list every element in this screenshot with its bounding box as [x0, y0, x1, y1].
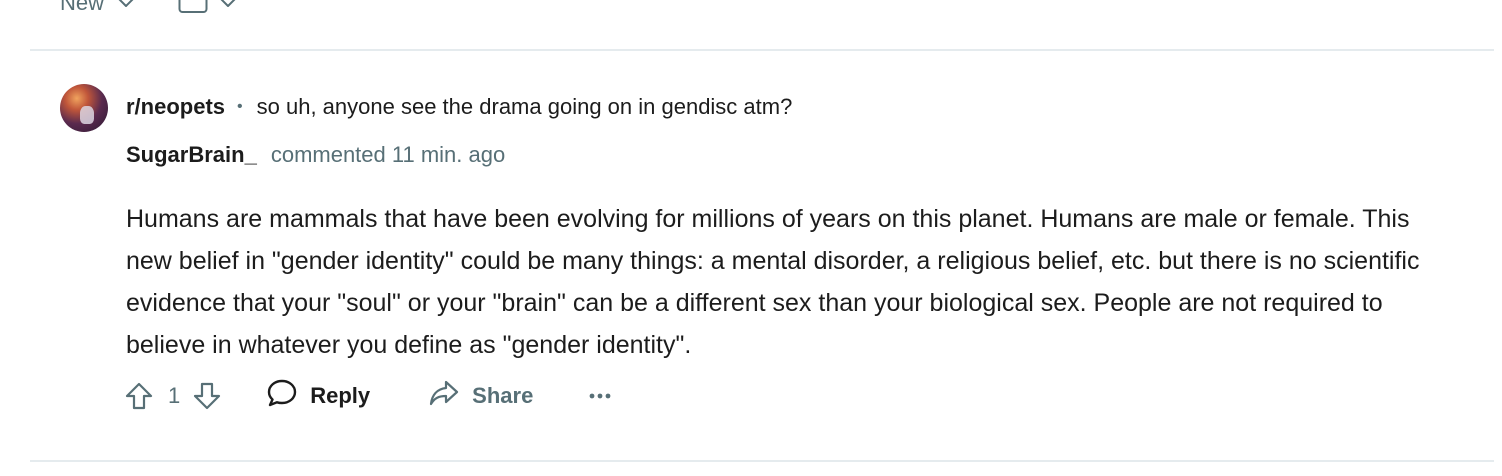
speech-bubble-icon — [266, 378, 298, 414]
reply-button[interactable]: Reply — [266, 378, 370, 414]
comment-meta: SugarBrain_ commented 11 min. ago — [126, 142, 505, 168]
chevron-down-icon — [220, 0, 236, 8]
downvote-arrow-icon[interactable] — [192, 381, 222, 411]
sort-bar: New — [60, 0, 236, 18]
vote-score: 1 — [168, 383, 181, 408]
share-arrow-icon — [428, 378, 460, 414]
comment-body: Humans are mammals that have been evolvi… — [126, 205, 1420, 359]
view-dropdown[interactable] — [178, 0, 236, 18]
ellipsis-icon[interactable] — [589, 384, 611, 408]
share-label: Share — [472, 383, 534, 408]
sort-dropdown[interactable]: New — [60, 0, 134, 16]
divider — [30, 49, 1494, 51]
comment-actions: 1 Reply Share — [124, 378, 611, 414]
reply-label: Reply — [310, 383, 371, 408]
share-button[interactable]: Share — [428, 378, 533, 414]
comment-header: r/neopets • so uh, anyone see the drama … — [126, 94, 792, 120]
separator-dot: • — [237, 98, 243, 115]
divider — [30, 460, 1494, 462]
subreddit-link[interactable]: r/neopets — [126, 94, 225, 120]
upvote-arrow-icon[interactable] — [124, 381, 154, 411]
author-link[interactable]: SugarBrain_ — [126, 142, 257, 168]
chevron-down-icon — [118, 0, 134, 8]
comment-timestamp: commented 11 min. ago — [270, 142, 506, 167]
subreddit-avatar[interactable] — [60, 84, 108, 132]
post-title-link[interactable]: so uh, anyone see the drama going on in … — [257, 94, 793, 120]
sort-label: New — [60, 0, 105, 15]
card-view-icon — [178, 0, 208, 18]
avatar-figure — [80, 106, 94, 124]
